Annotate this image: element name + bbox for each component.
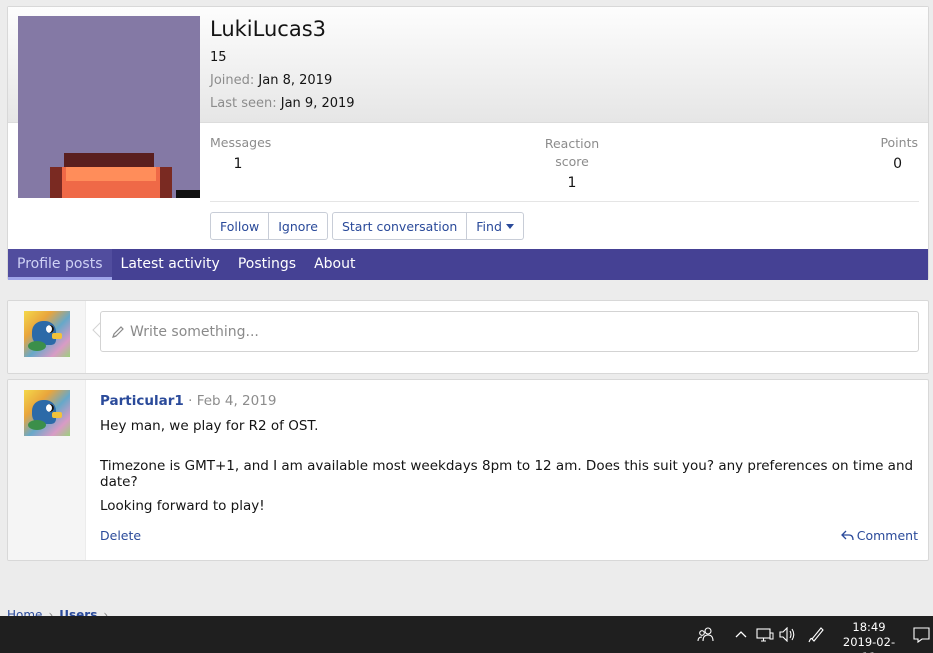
last-seen-label: Last seen: [210, 96, 277, 111]
taskbar-clock[interactable]: 18:49 2019-02-11 [836, 620, 902, 653]
profile-tabs: Profile posts Latest activity Postings A… [8, 249, 928, 280]
post-date[interactable]: Feb 4, 2019 [197, 393, 277, 409]
tab-profile-posts[interactable]: Profile posts [8, 249, 112, 280]
profile-header: LukiLucas3 15 Joined: Jan 8, 2019 Last s… [7, 6, 929, 280]
stat-points[interactable]: Points 0 [880, 135, 918, 172]
post-text-line: Timezone is GMT+1, and I am available mo… [100, 458, 914, 490]
post-comment-label: Comment [856, 528, 918, 543]
network-icon[interactable] [756, 628, 774, 642]
post-author-avatar[interactable] [24, 390, 70, 436]
avatar-pixel [66, 167, 156, 181]
avatar-shape [52, 333, 62, 339]
find-button[interactable]: Find [467, 212, 524, 240]
profile-joined: Joined: Jan 8, 2019 [210, 73, 332, 88]
tab-latest-activity[interactable]: Latest activity [112, 249, 229, 280]
tab-about[interactable]: About [305, 249, 364, 280]
profile-actions: Follow Ignore Start conversation Find [210, 212, 524, 240]
pencil-icon [112, 325, 124, 338]
stat-points-value[interactable]: 0 [880, 156, 918, 172]
tab-postings[interactable]: Postings [229, 249, 305, 280]
write-something-input[interactable]: Write something... [100, 311, 919, 352]
ignore-button[interactable]: Ignore [269, 212, 328, 240]
conversation-find-group: Start conversation Find [331, 212, 524, 240]
joined-label: Joined: [210, 73, 255, 88]
people-icon[interactable] [697, 626, 714, 643]
post-header: Particular1 · Feb 4, 2019 [100, 393, 276, 409]
pen-ink-icon[interactable] [808, 625, 825, 643]
profile-post-composer: Write something... [7, 300, 929, 374]
stat-messages-label: Messages [210, 135, 272, 150]
profile-last-seen: Last seen: Jan 9, 2019 [210, 96, 355, 111]
windows-taskbar: 18:49 2019-02-11 [0, 616, 933, 653]
clock-date: 2019-02-11 [842, 635, 896, 653]
volume-icon[interactable] [779, 627, 796, 642]
follow-ignore-group: Follow Ignore [210, 212, 328, 240]
post-text-line: Looking forward to play! [100, 498, 265, 514]
stat-reaction-label-2: score [555, 154, 589, 169]
write-something-placeholder: Write something... [130, 323, 259, 340]
avatar-pixel [64, 153, 154, 167]
avatar-shape [28, 341, 46, 351]
start-conversation-button[interactable]: Start conversation [331, 212, 468, 240]
follow-button[interactable]: Follow [210, 212, 270, 240]
stat-messages[interactable]: Messages 1 [210, 135, 271, 172]
post-separator: · [188, 393, 193, 409]
stat-reaction-score[interactable]: Reaction score 1 [528, 135, 616, 192]
current-user-avatar[interactable] [24, 311, 70, 357]
clock-time: 18:49 [852, 620, 886, 634]
stat-points-label: Points [880, 135, 918, 150]
stats-divider [210, 201, 919, 202]
profile-user-title: 15 [210, 50, 227, 65]
caret-down-icon [505, 223, 514, 229]
post-delete-link[interactable]: Delete [100, 528, 141, 543]
avatar-shape [46, 325, 54, 333]
profile-post: Particular1 · Feb 4, 2019 Hey man, we pl… [7, 379, 929, 561]
avatar-shape [46, 404, 54, 412]
stat-reaction-label-1: Reaction [544, 136, 600, 151]
reply-icon [840, 530, 854, 541]
avatar-shape [28, 420, 46, 430]
avatar-pixel [176, 190, 200, 198]
stat-reaction-value[interactable]: 1 [528, 174, 616, 192]
find-button-label: Find [476, 218, 502, 234]
joined-value: Jan 8, 2019 [258, 73, 333, 88]
post-text-line: Hey man, we play for R2 of OST. [100, 418, 319, 434]
last-seen-value: Jan 9, 2019 [280, 96, 355, 111]
stat-messages-value[interactable]: 1 [210, 156, 266, 172]
profile-username: LukiLucas3 [210, 17, 326, 41]
chevron-up-icon[interactable] [735, 630, 747, 638]
profile-avatar[interactable] [18, 16, 200, 198]
avatar-shape [52, 412, 62, 418]
notifications-icon[interactable] [913, 627, 930, 643]
post-comment-link[interactable]: Comment [840, 528, 918, 543]
post-author-link[interactable]: Particular1 [100, 393, 184, 409]
